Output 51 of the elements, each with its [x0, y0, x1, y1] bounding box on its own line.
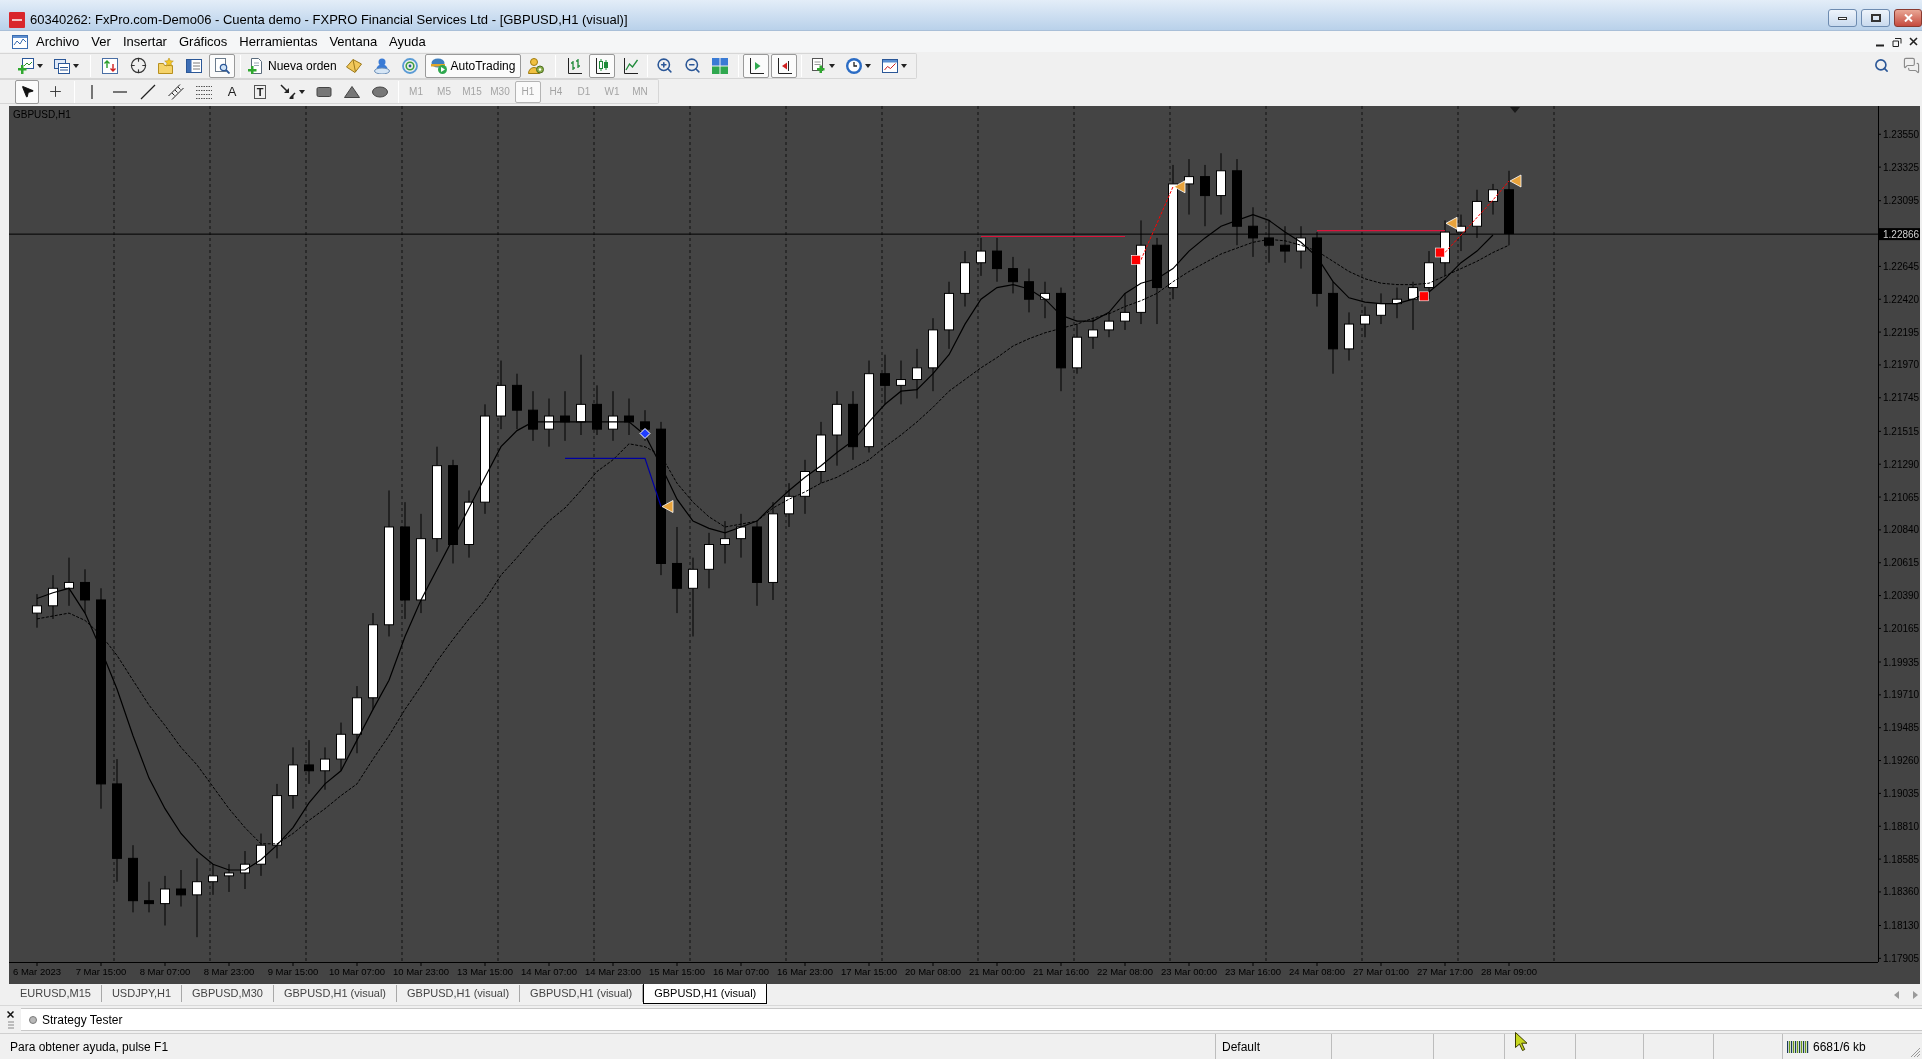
time-axis-label: 27 Mar 17:00 [1417, 966, 1473, 977]
price-axis-label: 1.21515 [1883, 425, 1920, 437]
price-axis-label: 1.21065 [1883, 491, 1920, 503]
current-price-label: 1.22866 [1879, 228, 1920, 241]
price-axis-label: 1.22420 [1883, 293, 1920, 305]
price-axis-label: 1.20615 [1883, 557, 1920, 569]
price-axis-label: 1.22645 [1883, 260, 1920, 272]
time-axis-label: 21 Mar 16:00 [1033, 966, 1089, 977]
price-axis-label: 1.21970 [1883, 359, 1920, 371]
price-axis-label: 1.21290 [1883, 458, 1920, 470]
time-axis-label: 14 Mar 07:00 [521, 966, 577, 977]
price-axis-label: 1.18585 [1883, 853, 1920, 865]
time-axis-label: 28 Mar 09:00 [1481, 966, 1537, 977]
price-axis-label: 1.19035 [1883, 787, 1920, 799]
time-axis-label: 14 Mar 23:00 [585, 966, 641, 977]
status-help-text: Para obtener ayuda, pulse F1 [10, 1038, 169, 1056]
price-axis-label: 1.19935 [1883, 656, 1920, 668]
price-axis-label: 1.18130 [1883, 920, 1920, 931]
time-axis-label: 10 Mar 07:00 [329, 966, 385, 977]
window-title: 60340262: FxPro.com-Demo06 - Cuenta demo - FXPRO Financial Services Ltd - [GBPUSD,H1 (visual)] [30, 12, 628, 28]
chart-title: GBPUSD,H1 [13, 109, 71, 120]
time-axis-label: 16 Mar 23:00 [777, 966, 833, 977]
profile-name: Default [1222, 1038, 1261, 1056]
time-axis-label: 27 Mar 01:00 [1353, 966, 1409, 977]
price-axis-label: 1.18810 [1883, 820, 1920, 832]
price-axis-label: 1.20165 [1883, 622, 1920, 634]
time-axis-label: 17 Mar 15:00 [841, 966, 897, 977]
ref-line-label: 1.22866 [1883, 228, 1920, 240]
price-axis-label: 1.19710 [1883, 689, 1920, 701]
time-axis-label: 20 Mar 08:00 [905, 966, 961, 977]
price-axis-label: 1.23550 [1883, 128, 1920, 140]
time-axis-label: 16 Mar 07:00 [713, 966, 769, 977]
time-axis-label: 24 Mar 08:00 [1289, 966, 1345, 977]
price-axis-label: 1.19485 [1883, 722, 1920, 734]
price-axis-label: 1.20390 [1883, 590, 1920, 602]
price-axis-label: 1.18360 [1883, 886, 1920, 898]
price-axis-label: 1.19260 [1883, 755, 1920, 767]
price-axis-label: 1.20840 [1883, 524, 1920, 536]
time-axis-label: 10 Mar 23:00 [393, 966, 449, 977]
price-axis-label: 1.21745 [1883, 392, 1920, 404]
time-axis-label: 9 Mar 15:00 [267, 966, 319, 977]
price-axis-label: 1.22195 [1883, 326, 1920, 338]
panel-title: Strategy Tester [42, 1011, 123, 1029]
price-axis-label: 1.23325 [1883, 161, 1920, 173]
time-axis-label: 15 Mar 15:00 [649, 966, 705, 977]
traffic-counter: 6681/6 kb [1813, 1038, 1866, 1056]
price-axis-label: 1.23095 [1883, 195, 1920, 207]
price-axis-label: 1.17905 [1883, 952, 1920, 964]
time-axis-label: 23 Mar 16:00 [1225, 966, 1281, 977]
time-axis-label: 13 Mar 15:00 [457, 966, 513, 977]
time-axis-label: 22 Mar 08:00 [1097, 966, 1153, 977]
